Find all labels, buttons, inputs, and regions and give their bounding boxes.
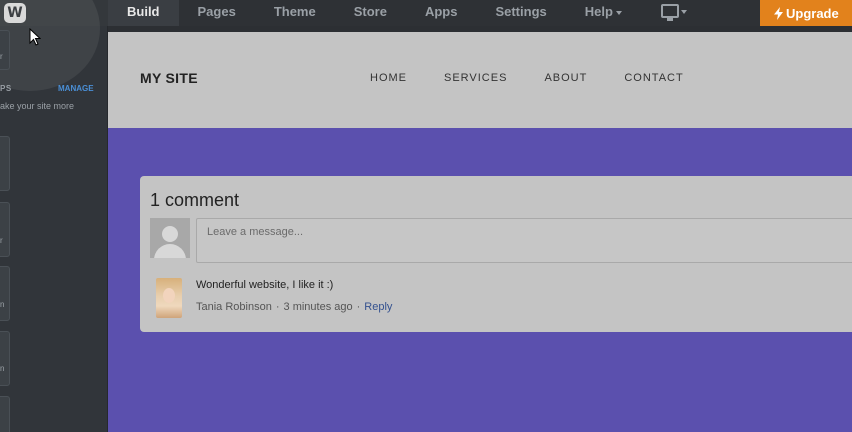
nav-help[interactable]: Help <box>566 0 641 26</box>
sidebar-tile-label: n <box>0 364 5 373</box>
site-nav-services[interactable]: SERVICES <box>444 72 507 84</box>
nav-help-label: Help <box>584 4 613 19</box>
sidebar-tile-label: n <box>0 300 5 309</box>
chevron-down-icon[interactable] <box>681 10 687 14</box>
nav-settings[interactable]: Settings <box>476 0 565 26</box>
manage-link[interactable]: MANAGE <box>58 84 94 93</box>
comment-input[interactable] <box>196 218 852 263</box>
left-sidebar: r PS MANAGE ake your site more r n n <box>0 0 108 432</box>
sidebar-tile[interactable] <box>0 396 10 432</box>
nav-store[interactable]: Store <box>335 0 406 26</box>
reply-link[interactable]: Reply <box>364 301 392 313</box>
sidebar-tile-label: r <box>0 236 3 245</box>
default-avatar <box>150 218 190 258</box>
site-nav-contact[interactable]: CONTACT <box>624 72 683 84</box>
separator: · <box>275 301 280 313</box>
upgrade-button[interactable]: Upgrade <box>760 0 852 26</box>
nav-apps[interactable]: Apps <box>406 0 477 26</box>
site-header: MY SITE HOME SERVICES ABOUT CONTACT <box>108 32 852 128</box>
avatar-head <box>162 226 178 242</box>
nav-pages[interactable]: Pages <box>179 0 255 26</box>
comments-title: 1 comment <box>150 190 240 210</box>
avatar-body <box>154 244 186 258</box>
sidebar-tile-label: r <box>0 52 3 61</box>
apps-heading: PS <box>0 84 12 93</box>
top-toolbar: W Build Pages Theme Store Apps Settings … <box>0 0 852 26</box>
mouse-cursor-icon <box>29 28 41 46</box>
site-nav-about[interactable]: ABOUT <box>544 72 587 84</box>
comment-meta: Tania Robinson · 3 minutes ago · Reply <box>196 301 392 313</box>
upgrade-label: Upgrade <box>786 5 839 21</box>
sidebar-tile[interactable] <box>0 266 10 321</box>
site-preview: MY SITE HOME SERVICES ABOUT CONTACT 1 co… <box>108 32 852 432</box>
monitor-icon[interactable] <box>661 4 679 21</box>
lightning-icon <box>774 6 783 20</box>
apps-description: ake your site more <box>0 101 75 111</box>
comments-box: 1 comment Wonderful website, I like it :… <box>140 176 852 332</box>
separator: · <box>356 301 361 313</box>
sidebar-tile[interactable] <box>0 202 10 257</box>
main-nav: Build Pages Theme Store Apps Settings He… <box>108 0 641 26</box>
chevron-down-icon <box>615 10 622 15</box>
sidebar-tile[interactable] <box>0 30 10 70</box>
comment-time: 3 minutes ago <box>283 301 353 313</box>
site-nav: HOME SERVICES ABOUT CONTACT <box>370 72 721 84</box>
comment-text: Wonderful website, I like it :) <box>196 279 334 291</box>
nav-theme[interactable]: Theme <box>255 0 335 26</box>
sidebar-tile[interactable] <box>0 136 10 191</box>
nav-build[interactable]: Build <box>108 0 179 26</box>
site-title[interactable]: MY SITE <box>140 70 198 86</box>
sidebar-tile[interactable] <box>0 331 10 386</box>
comment-author[interactable]: Tania Robinson <box>196 301 272 313</box>
hover-highlight <box>0 0 100 91</box>
avatar-face <box>163 288 175 303</box>
avatar <box>156 278 182 318</box>
site-nav-home[interactable]: HOME <box>370 72 407 84</box>
